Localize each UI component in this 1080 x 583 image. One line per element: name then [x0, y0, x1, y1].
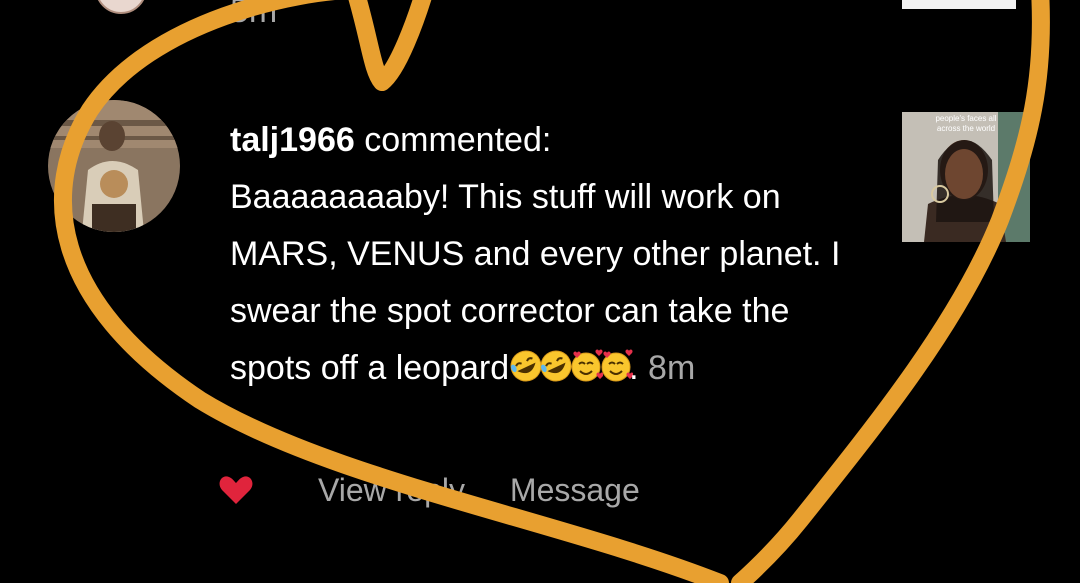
post-thumbnail[interactable]: people's faces all across the world [902, 112, 1030, 242]
comment-actions: View reply Message [318, 472, 676, 509]
emoji-group [509, 344, 634, 401]
view-reply-button[interactable]: View reply [318, 472, 465, 509]
comment-time: 8m [648, 349, 696, 387]
comment-action: commented: [354, 121, 552, 159]
avatar[interactable] [48, 100, 180, 232]
smiling-hearts-emoji [571, 349, 604, 382]
time-separator: . [629, 349, 649, 387]
rolling-laughing-emoji [540, 350, 572, 382]
username[interactable]: talj1966 [230, 121, 355, 159]
thumbnail-caption: people's faces all across the world [935, 114, 997, 133]
previous-comment-time: 5m [230, 0, 278, 30]
previous-avatar[interactable] [95, 0, 147, 14]
previous-post-thumbnail[interactable] [902, 0, 1016, 9]
like-heart-icon[interactable] [218, 474, 254, 506]
comment-body: talj1966 commented: Baaaaaaaaby! This st… [230, 112, 870, 401]
message-button[interactable]: Message [510, 472, 640, 509]
rolling-laughing-emoji [510, 350, 542, 382]
